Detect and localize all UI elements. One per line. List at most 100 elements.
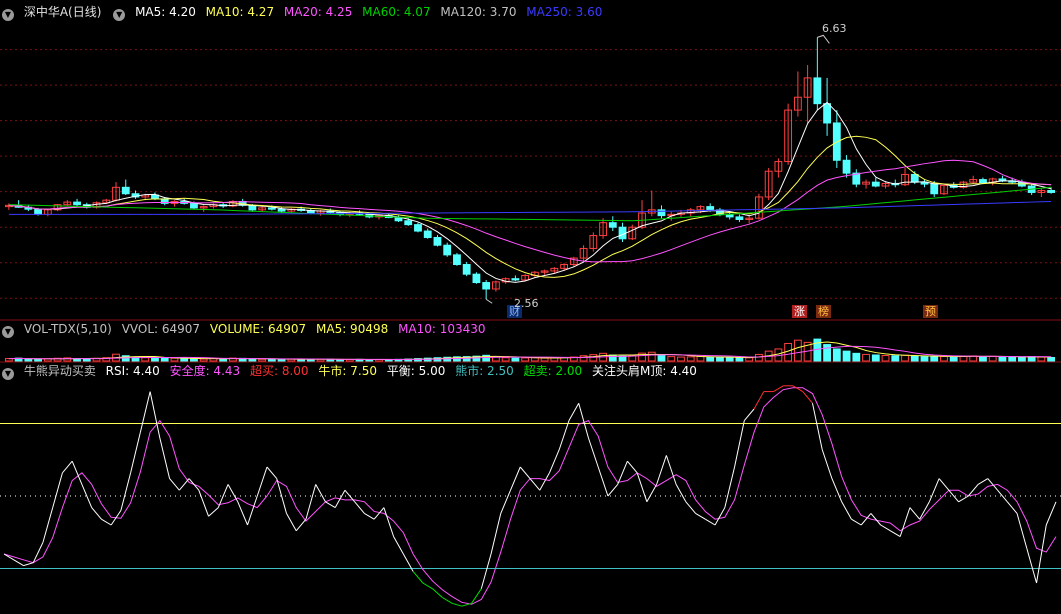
rsi-line-segment (62, 460, 73, 474)
volume-bar (657, 354, 666, 362)
rsi-line-segment (880, 524, 891, 532)
rsi-line-segment (841, 501, 852, 520)
rsi-line-segment (519, 466, 531, 479)
volume-bar (540, 357, 549, 362)
rsi-line-segment (646, 484, 658, 503)
rsi-line-segment (315, 484, 326, 503)
candle-body (277, 208, 286, 212)
rsi-line-segment (899, 507, 911, 537)
volume-bar (862, 353, 870, 362)
volume-bar (501, 357, 510, 362)
volume-bar (920, 356, 929, 362)
volume-bar (823, 344, 832, 362)
candle-body (121, 186, 130, 195)
rsi-line-segment (188, 478, 200, 491)
volume-bar (82, 358, 91, 362)
rsi-line-segment (977, 478, 989, 485)
volume-bar (667, 356, 676, 362)
volume-bar (589, 354, 598, 362)
volume-bar (190, 358, 198, 362)
candle-body (433, 236, 442, 246)
rsi-line-segment (821, 449, 833, 479)
rsi-line-segment (607, 484, 619, 497)
rsi-line-segment (714, 507, 726, 526)
rsi-line-segment (91, 507, 102, 520)
candle-body (472, 273, 481, 284)
rsi-line-segment (851, 518, 862, 526)
volume-bar (832, 348, 841, 362)
volume-bar (677, 356, 685, 362)
candle-body (34, 208, 43, 215)
volume-bar (901, 354, 909, 362)
stock-chart[interactable] (0, 0, 1061, 614)
volume-bar (979, 356, 987, 362)
rsi-line-segment (675, 484, 687, 503)
rsi-line-segment (237, 501, 248, 526)
volume-bar (725, 357, 734, 362)
candle-body (813, 77, 822, 105)
volume-bar (579, 355, 588, 362)
rsi-line-segment (831, 478, 843, 502)
volume-bar (521, 357, 530, 362)
high-pointer (817, 34, 830, 44)
rsi-line-segment (52, 472, 63, 508)
rsi-line-segment (539, 472, 550, 491)
volume-bar (852, 352, 861, 362)
rsi-line-segment (500, 490, 511, 514)
rsi-line-segment (101, 518, 112, 526)
rsi-line-segment (587, 437, 599, 468)
rsi-line-segment (1036, 524, 1047, 584)
rsi-line-segment (286, 513, 297, 532)
volume-bar (1008, 356, 1017, 362)
rsi-line-segment (860, 513, 872, 526)
candle-body (735, 216, 744, 220)
candle-body (462, 264, 471, 275)
rsi-line-segment (295, 518, 307, 532)
volume-bar (949, 356, 958, 362)
volume-bar (891, 355, 900, 362)
rsi-line-segment (734, 420, 745, 468)
rsi-line-segment (529, 478, 541, 491)
rsi-line-segment (1006, 501, 1018, 514)
volume-bar (618, 355, 627, 362)
rsi-line-segment (422, 582, 433, 590)
rsi-line-segment (909, 507, 921, 520)
rsi-line-segment (558, 420, 570, 450)
volume-bar (258, 358, 267, 362)
rsi-line-segment (13, 559, 24, 567)
rsi-line-segment (811, 403, 823, 450)
candle-body (453, 254, 461, 266)
candle-body (190, 202, 198, 209)
rsi-line-segment (685, 501, 696, 514)
rsi-line-segment (958, 495, 969, 503)
volume-bar (706, 356, 715, 362)
candle-body (910, 173, 919, 183)
rsi-line-segment (159, 437, 171, 479)
volume-bar (511, 357, 520, 362)
candle-body (706, 206, 715, 211)
candle-body (871, 181, 880, 187)
volume-bar (881, 355, 890, 362)
volume-bar (170, 357, 179, 362)
rsi-line-segment (451, 602, 462, 607)
volume-bar (24, 358, 33, 362)
rsi-line-segment (597, 466, 609, 497)
volume-bar (793, 339, 802, 362)
rsi-line-segment (549, 449, 560, 473)
volume-bar (141, 357, 150, 362)
volume-bar (1017, 356, 1026, 362)
rsi-line-segment (938, 478, 950, 491)
volume-bar (1047, 356, 1056, 362)
rsi-line-segment (490, 513, 502, 555)
rsi-line-segment (71, 461, 83, 485)
candle-body (930, 183, 939, 195)
rsi-line-segment (393, 536, 404, 555)
candle-body (1047, 190, 1056, 193)
candle-body (404, 220, 413, 226)
volume-bar (871, 354, 880, 362)
volume-bar (696, 355, 705, 362)
volume-bar (998, 356, 1007, 362)
volume-bar (34, 358, 43, 362)
candle-body (823, 103, 832, 124)
rsi-line-segment (928, 478, 940, 502)
